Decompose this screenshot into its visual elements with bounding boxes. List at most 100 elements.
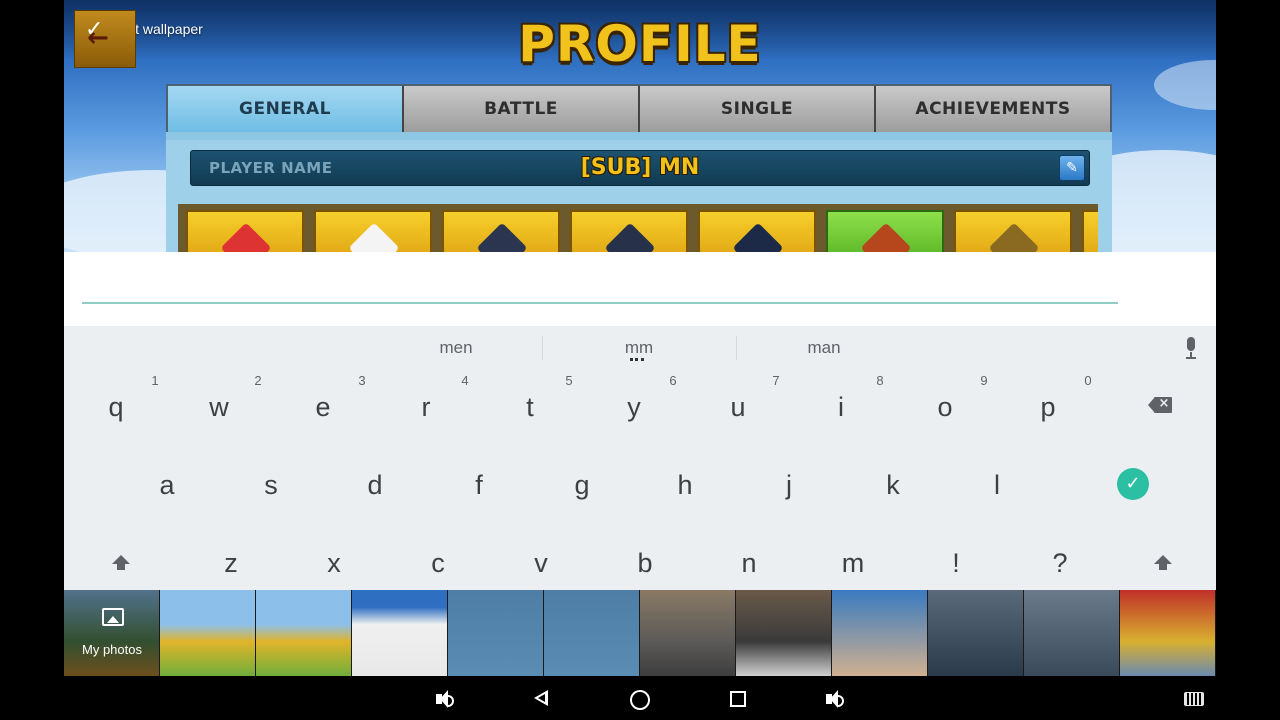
- key-exclamation[interactable]: !: [906, 548, 1006, 579]
- key-t[interactable]: t: [480, 392, 580, 423]
- key-hint: 2: [254, 373, 262, 388]
- badge-medal[interactable]: [954, 210, 1072, 252]
- volume-down-icon[interactable]: [436, 690, 454, 708]
- volume-up-icon[interactable]: [826, 690, 844, 708]
- badge-crown[interactable]: [698, 210, 816, 252]
- page-title: PROFILE: [518, 15, 762, 73]
- suggestion-1[interactable]: men: [361, 326, 551, 370]
- tab-single[interactable]: SINGLE: [640, 86, 876, 132]
- emblem-icon: [860, 222, 912, 252]
- badge-row: [178, 204, 1098, 252]
- text-input-area: [64, 252, 1216, 326]
- badge-dice[interactable]: [186, 210, 304, 252]
- my-photos-button[interactable]: My photos: [64, 590, 159, 676]
- screen: ← ✓ Set wallpaper PROFILE GENERAL BATTLE…: [64, 0, 1216, 720]
- key-o[interactable]: o: [895, 392, 995, 423]
- home-icon[interactable]: [630, 690, 650, 710]
- photo-thumbnail[interactable]: [736, 590, 832, 676]
- photo-thumbnail[interactable]: [832, 590, 928, 676]
- photo-thumbnail[interactable]: [640, 590, 736, 676]
- backspace-key[interactable]: ×: [1148, 396, 1172, 413]
- badge-helmet[interactable]: [570, 210, 688, 252]
- keyboard: men mm man 1 2 3 4 5 6 7 8 9 0 q w e r t…: [64, 326, 1216, 590]
- shift-icon-stem: [117, 564, 125, 570]
- shield-icon: [476, 222, 528, 252]
- keyboard-icon[interactable]: [1184, 692, 1204, 706]
- key-s[interactable]: s: [221, 470, 321, 501]
- check-icon: ✓: [1125, 473, 1141, 494]
- key-x[interactable]: x: [284, 548, 384, 579]
- key-k[interactable]: k: [843, 470, 943, 501]
- key-g[interactable]: g: [532, 470, 632, 501]
- gallery-icon: [102, 608, 124, 626]
- microphone-icon[interactable]: [1183, 337, 1199, 361]
- enter-key[interactable]: ✓: [1117, 468, 1149, 500]
- medal-icon: [988, 222, 1040, 252]
- back-icon-inner: [538, 694, 545, 702]
- photo-thumbnail[interactable]: [448, 590, 544, 676]
- key-h[interactable]: h: [635, 470, 735, 501]
- tab-achievements[interactable]: ACHIEVEMENTS: [876, 86, 1110, 132]
- player-name-bar: PLAYER NAME [SUB] MN ✎: [190, 150, 1090, 186]
- key-q[interactable]: q: [66, 392, 166, 423]
- key-i[interactable]: i: [791, 392, 891, 423]
- my-photos-label: My photos: [82, 642, 142, 657]
- photo-thumbnail[interactable]: My photos: [64, 590, 160, 676]
- photo-thumbnail[interactable]: [544, 590, 640, 676]
- shift-icon: [1154, 555, 1172, 564]
- key-question[interactable]: ?: [1010, 548, 1110, 579]
- key-l[interactable]: l: [947, 470, 1047, 501]
- badge-cards[interactable]: [314, 210, 432, 252]
- tab-underline: [166, 132, 1112, 140]
- key-m[interactable]: m: [803, 548, 903, 579]
- game-background: ← ✓ Set wallpaper PROFILE GENERAL BATTLE…: [64, 0, 1216, 252]
- badge-partial[interactable]: [1082, 210, 1098, 252]
- key-b[interactable]: b: [595, 548, 695, 579]
- dice-icon: [220, 222, 272, 252]
- badge-shield[interactable]: [442, 210, 560, 252]
- key-r[interactable]: r: [376, 392, 476, 423]
- photo-thumbnail[interactable]: [1120, 590, 1216, 676]
- crown-icon: [732, 222, 784, 252]
- key-c[interactable]: c: [388, 548, 488, 579]
- photo-thumbnail[interactable]: [928, 590, 1024, 676]
- suggestion-divider: [542, 336, 543, 360]
- key-hint: 4: [461, 373, 469, 388]
- key-n[interactable]: n: [699, 548, 799, 579]
- key-z[interactable]: z: [181, 548, 281, 579]
- badge-emblem[interactable]: [826, 210, 944, 252]
- key-f[interactable]: f: [429, 470, 529, 501]
- key-hint: 1: [151, 373, 159, 388]
- key-j[interactable]: j: [739, 470, 839, 501]
- photo-thumbnail[interactable]: [352, 590, 448, 676]
- text-input-field[interactable]: [82, 302, 1118, 304]
- key-w[interactable]: w: [169, 392, 269, 423]
- photo-thumbnail[interactable]: [256, 590, 352, 676]
- shift-icon-stem: [1159, 564, 1167, 570]
- card-icon: [348, 222, 400, 252]
- helmet-icon: [604, 222, 656, 252]
- key-a[interactable]: a: [117, 470, 217, 501]
- key-v[interactable]: v: [491, 548, 591, 579]
- key-hint: 0: [1084, 373, 1092, 388]
- more-suggestions-indicator: [630, 358, 644, 365]
- key-y[interactable]: y: [584, 392, 684, 423]
- tab-general[interactable]: GENERAL: [168, 86, 404, 132]
- tab-battle[interactable]: BATTLE: [404, 86, 640, 132]
- photo-thumbnail[interactable]: [1024, 590, 1120, 676]
- key-d[interactable]: d: [325, 470, 425, 501]
- key-hint: 9: [980, 373, 988, 388]
- photo-thumbnail[interactable]: [160, 590, 256, 676]
- suggestion-strip: men mm man: [64, 326, 1216, 370]
- edit-name-button[interactable]: ✎: [1059, 155, 1085, 181]
- profile-tabs: GENERAL BATTLE SINGLE ACHIEVEMENTS: [166, 84, 1112, 134]
- key-hint: 7: [772, 373, 780, 388]
- recents-icon[interactable]: [730, 691, 746, 707]
- key-e[interactable]: e: [273, 392, 373, 423]
- key-hint: 8: [876, 373, 884, 388]
- photo-strip: My photos: [64, 590, 1216, 676]
- key-u[interactable]: u: [688, 392, 788, 423]
- suggestion-3[interactable]: man: [729, 326, 919, 370]
- key-p[interactable]: p: [998, 392, 1098, 423]
- shift-icon: [112, 555, 130, 564]
